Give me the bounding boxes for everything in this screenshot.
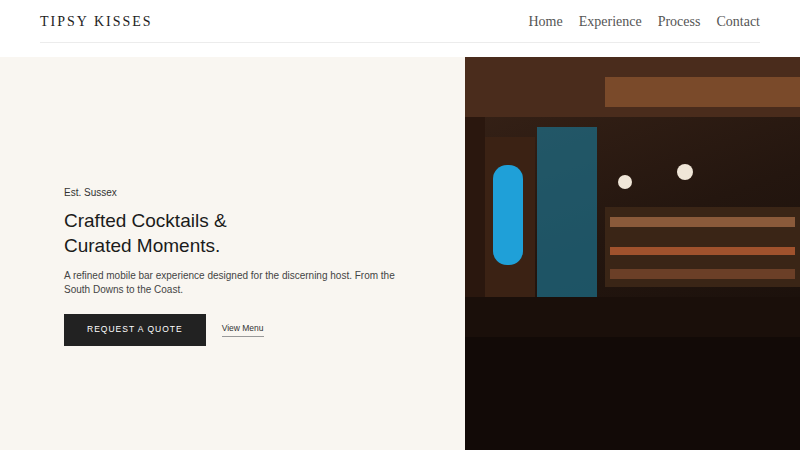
page: TIPSY KISSES Home Experience Process Contact…	[0, 0, 800, 450]
hero: Est. Sussex Crafted Cocktails &Curated Mo…	[0, 57, 800, 450]
eyebrow: Est. Sussex	[64, 185, 425, 200]
nav-link[interactable]: Process	[658, 11, 701, 32]
hero-content: Est. Sussex Crafted Cocktails &Curated Mo…	[0, 57, 465, 450]
hero-actions: REQUEST A QUOTE View Menu	[64, 314, 425, 346]
nav-link[interactable]: Contact	[716, 11, 760, 32]
nav-link[interactable]: Home	[528, 11, 562, 32]
request-quote-button[interactable]: REQUEST A QUOTE	[64, 314, 206, 346]
hero-text: A refined mobile bar experience designed…	[64, 269, 409, 298]
nav-link[interactable]: Experience	[579, 11, 642, 32]
title-line: Curated Moments.	[64, 234, 425, 259]
site-header: TIPSY KISSES Home Experience Process Contact	[0, 0, 800, 57]
title-line: Crafted Cocktails &	[64, 209, 425, 234]
header-bar: TIPSY KISSES Home Experience Process Contact	[40, 0, 760, 43]
hero-title: Crafted Cocktails &Curated Moments.	[64, 209, 425, 258]
main-nav: Home Experience Process Contact	[528, 11, 760, 32]
bar-photo	[465, 57, 800, 450]
view-menu-link[interactable]: View Menu	[222, 322, 264, 337]
brand-logo[interactable]: TIPSY KISSES	[40, 11, 153, 32]
